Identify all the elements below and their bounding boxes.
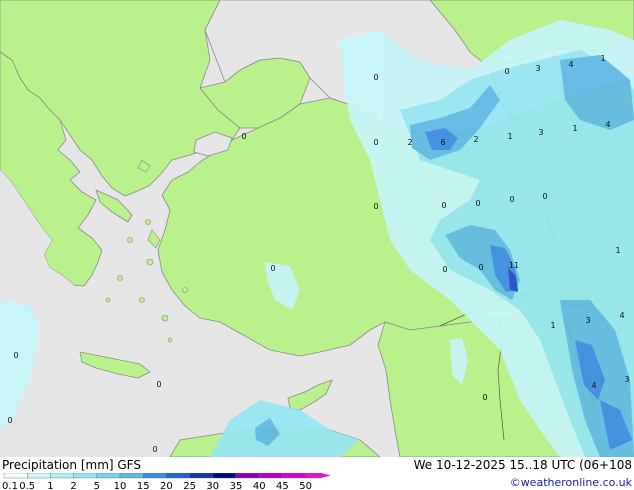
precip-value-label: 4 xyxy=(619,311,624,320)
legend-swatch xyxy=(27,473,51,479)
precip-value-label: 0 xyxy=(241,132,246,141)
legend-tick-label: 0.5 xyxy=(19,481,35,490)
precip-value-label: 0 xyxy=(373,138,378,147)
precip-value-label: 1 xyxy=(600,54,605,63)
precip-value-label: 0 xyxy=(373,202,378,211)
legend-swatch xyxy=(142,473,167,479)
credit-link[interactable]: ©weatheronline.co.uk xyxy=(510,476,632,489)
legend-swatch xyxy=(282,473,306,479)
precip-value-label: 0 xyxy=(542,192,547,201)
legend-tick-label: 50 xyxy=(299,481,312,490)
precip-value-label: 6 xyxy=(440,138,445,147)
legend-tick-label: 45 xyxy=(276,481,289,490)
precip-value-label: 4 xyxy=(605,120,610,129)
legend-tick-label: 10 xyxy=(114,481,127,490)
legend-swatch xyxy=(305,473,322,479)
precip-value-label: 0 xyxy=(478,263,483,272)
legend-tick-label: 30 xyxy=(206,481,219,490)
precip-value-label: 0 xyxy=(373,73,378,82)
legend-swatch xyxy=(3,473,28,479)
legend-swatch xyxy=(235,473,260,479)
map-title: Precipitation [mm] GFS xyxy=(2,458,141,472)
legend-swatch xyxy=(119,473,144,479)
precip-value-label: 2 xyxy=(407,138,412,147)
precip-value-label: 0 xyxy=(441,201,446,210)
precip-value-label: 0 xyxy=(13,351,18,360)
legend-tick-label: 15 xyxy=(137,481,150,490)
legend-ticks: 0.1 0.5 1 2 5 10 15 20 25 30 35 40 45 50 xyxy=(2,481,312,490)
precip-value-label: 4 xyxy=(591,381,596,390)
precipitation-map: 0 0 3 4 1 0 2 6 2 1 3 1 4 0 0 0 0 0 0 0 … xyxy=(0,0,634,457)
precip-value-label: 0 xyxy=(509,195,514,204)
legend-tick-label: 35 xyxy=(230,481,243,490)
precip-value-label: 3 xyxy=(535,64,540,73)
precip-value-label: 3 xyxy=(538,128,543,137)
precip-value-label: 3 xyxy=(624,375,629,384)
precip-value-label: 1 xyxy=(572,124,577,133)
precip-value-label: 0 xyxy=(482,393,487,402)
precip-value-label: 0 xyxy=(152,445,157,454)
precip-value-label: 0 xyxy=(442,265,447,274)
precip-value-label: 0 xyxy=(270,264,275,273)
legend-tick-label: 1 xyxy=(47,481,53,490)
legend-swatch xyxy=(189,473,214,479)
precip-value-label: 0 xyxy=(504,67,509,76)
forecast-datetime: We 10-12-2025 15..18 UTC (06+108 xyxy=(413,458,632,472)
legend-swatch xyxy=(50,473,74,479)
legend-swatch xyxy=(259,473,283,479)
precip-value-label: 0 xyxy=(475,199,480,208)
precip-value-label: 2 xyxy=(473,135,478,144)
legend-arrow xyxy=(320,473,330,478)
legend-tick-label: 2 xyxy=(70,481,76,490)
legend-tick-label: 25 xyxy=(183,481,196,490)
precip-value-label: 1 xyxy=(550,321,555,330)
legend-swatches xyxy=(3,473,330,479)
legend-swatch xyxy=(212,473,237,479)
precip-value-label: 0 xyxy=(7,416,12,425)
legend-swatch xyxy=(166,473,190,479)
legend-swatch xyxy=(96,473,121,479)
precip-value-label: 0 xyxy=(156,380,161,389)
precip-value-label: 3 xyxy=(585,316,590,325)
legend-tick-label: 5 xyxy=(94,481,100,490)
legend-swatch xyxy=(73,473,97,479)
precip-value-label: 1 xyxy=(507,132,512,141)
precipitation-legend: 0.1 0.5 1 2 5 10 15 20 25 30 35 40 45 50 xyxy=(2,473,330,490)
precip-value-label: 11 xyxy=(509,261,519,270)
legend-tick-label: 40 xyxy=(253,481,266,490)
legend-tick-label: 0.1 xyxy=(2,481,18,490)
precip-value-label: 4 xyxy=(568,60,573,69)
precip-value-label: 1 xyxy=(615,246,620,255)
legend-tick-label: 20 xyxy=(160,481,173,490)
